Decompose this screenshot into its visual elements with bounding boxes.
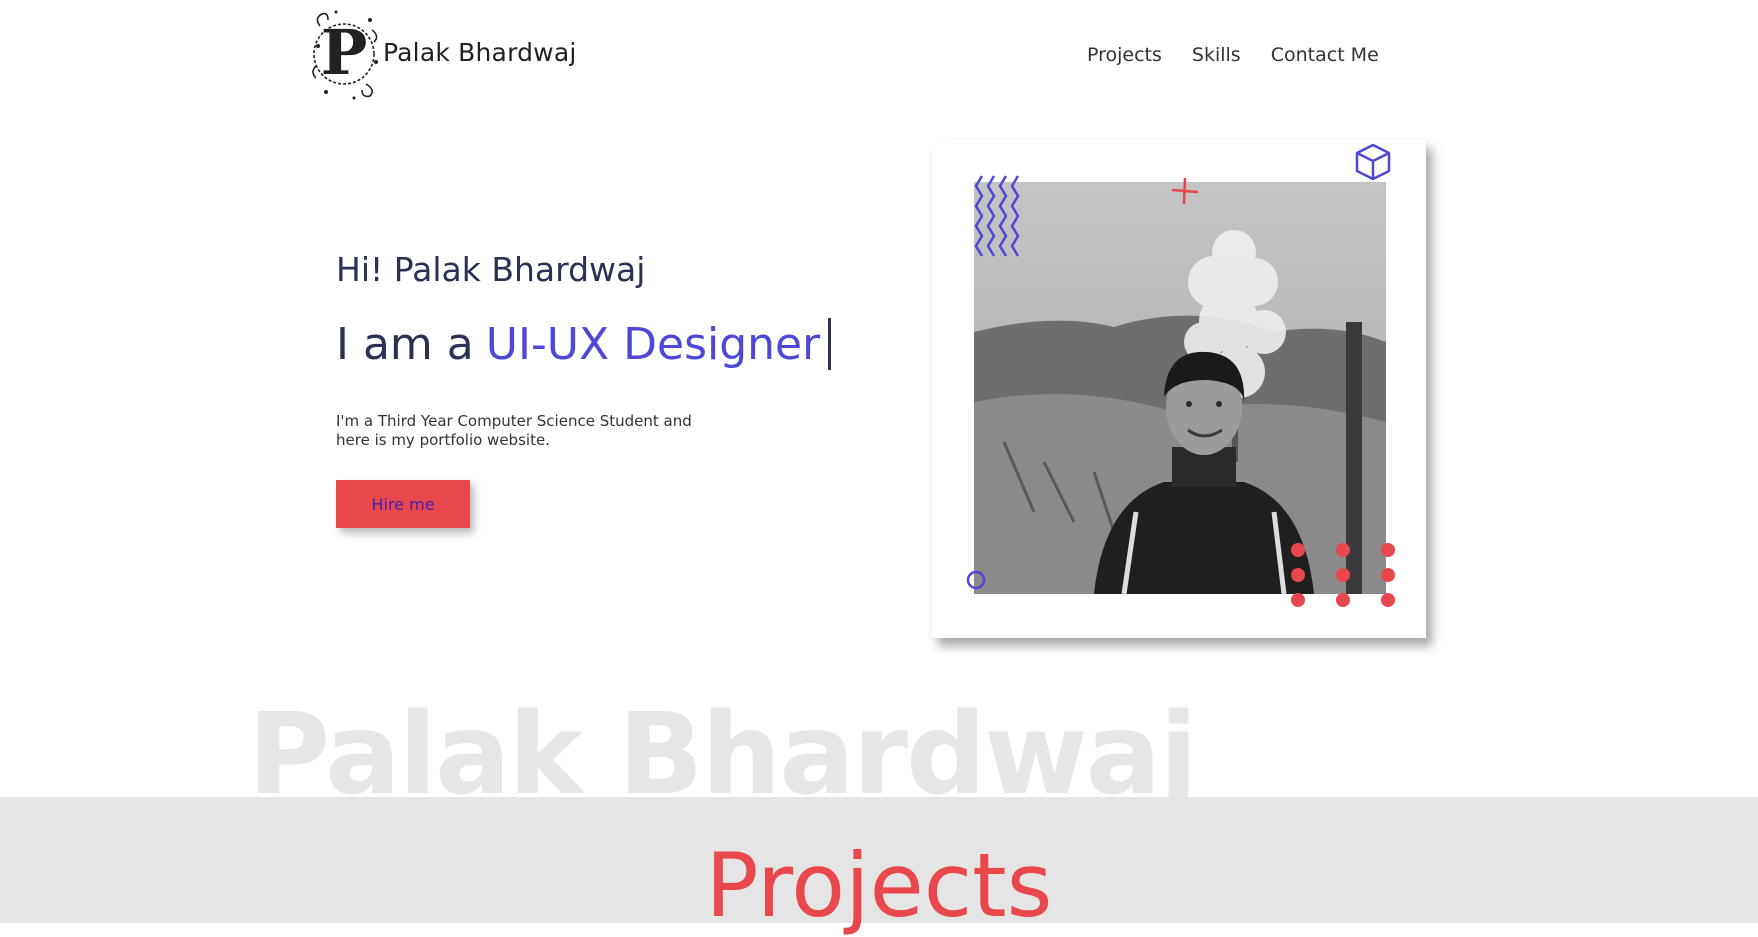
nav-skills[interactable]: Skills (1192, 44, 1241, 66)
hero-role: I am a UI-UX Designer (336, 318, 832, 370)
hero-role-prefix: I am a (336, 318, 474, 370)
profile-photo (974, 182, 1386, 594)
circle-icon (966, 570, 986, 590)
plus-icon (1171, 177, 1199, 205)
hero-description: I'm a Third Year Computer Science Studen… (336, 412, 692, 449)
cube-icon (1355, 143, 1391, 181)
main-nav: Projects Skills Contact Me (1087, 44, 1379, 66)
hero-role-accent: UI-UX Designer (485, 318, 821, 370)
profile-photo-card (932, 140, 1426, 638)
dot-grid-icon (1291, 543, 1395, 607)
profile-photo-illustration (974, 182, 1386, 594)
projects-section-title: Projects (705, 834, 1053, 937)
svg-text:P: P (321, 16, 368, 89)
nav-projects[interactable]: Projects (1087, 44, 1162, 66)
zigzag-icon (974, 175, 1020, 257)
logo-letter-p-icon[interactable]: P (306, 6, 382, 102)
site-header: P Palak Bhardwaj Projects Skills Contact… (0, 0, 1758, 110)
hire-me-button[interactable]: Hire me (336, 480, 470, 528)
brand-name[interactable]: Palak Bhardwaj (383, 38, 577, 67)
typing-cursor (828, 318, 832, 370)
hero-greeting: Hi! Palak Bhardwaj (336, 250, 646, 289)
nav-contact-me[interactable]: Contact Me (1271, 44, 1379, 66)
